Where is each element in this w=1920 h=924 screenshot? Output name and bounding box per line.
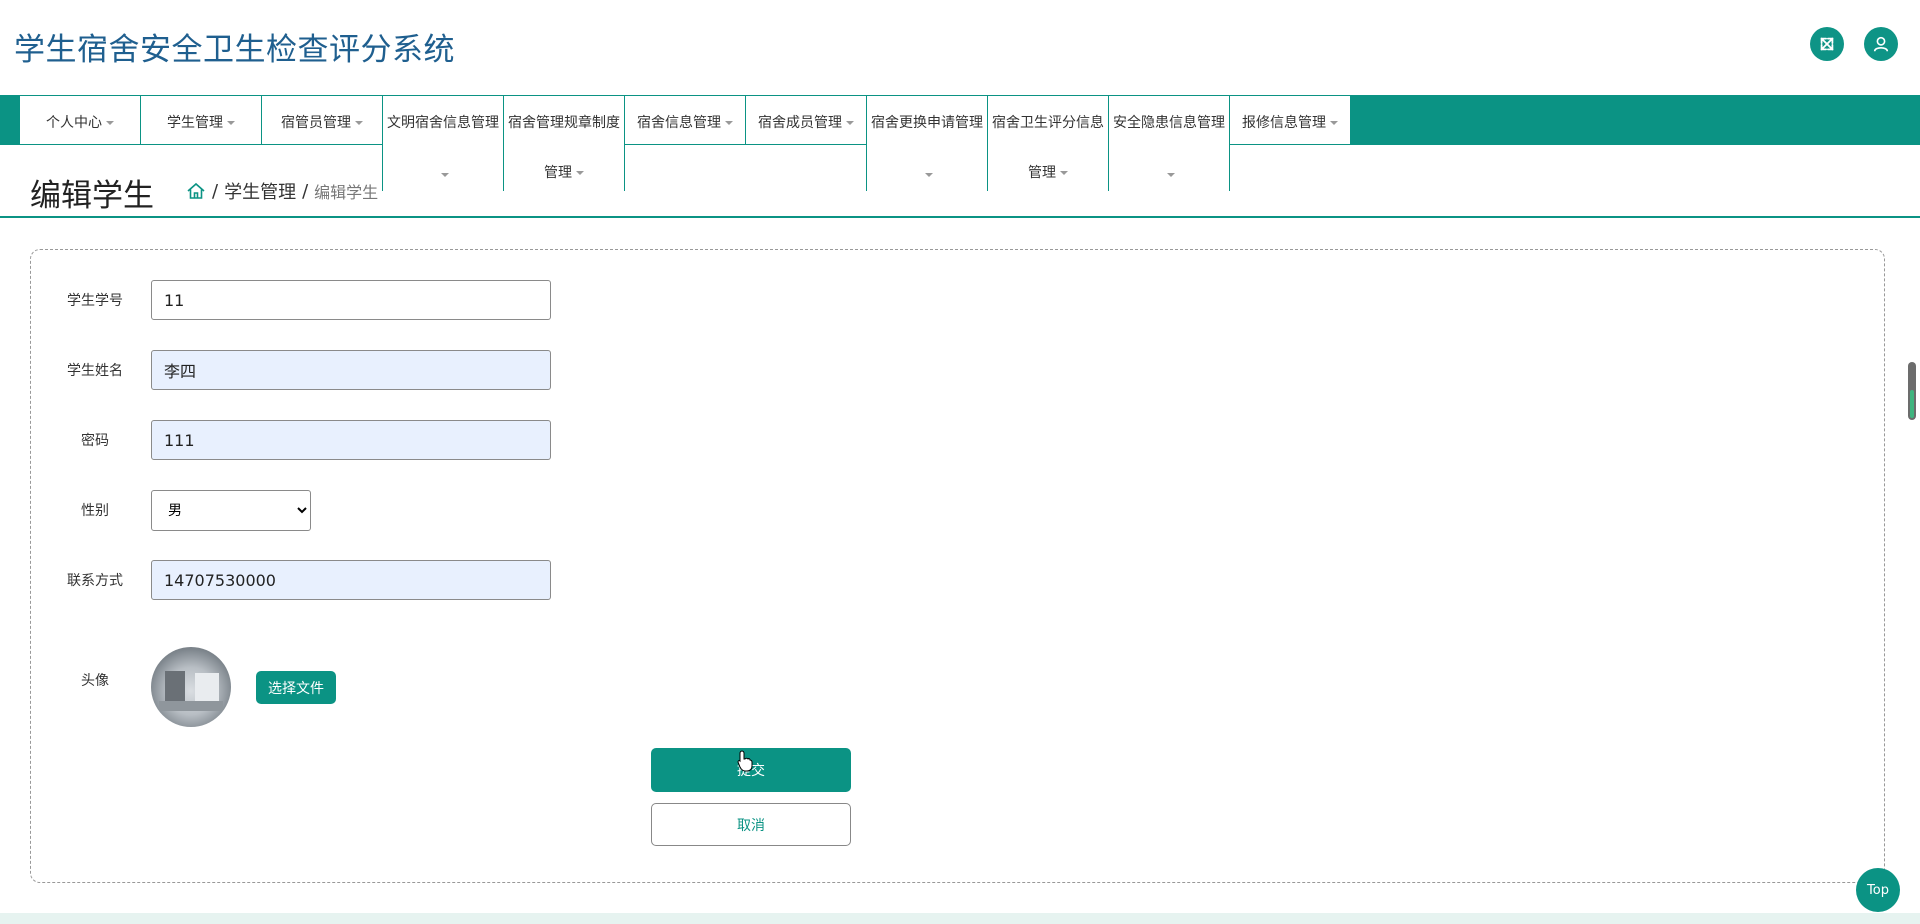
nav-item-dorm-rules[interactable]: 宿舍管理规章制度 管理	[503, 95, 625, 191]
caret-down-icon	[846, 121, 854, 125]
footer-band	[0, 913, 1920, 924]
nav-item-hygiene-score[interactable]: 宿舍卫生评分信息 管理	[987, 95, 1109, 191]
nav-item-student-management[interactable]: 学生管理	[140, 95, 262, 145]
caret-down-icon	[576, 171, 584, 175]
fullscreen-icon	[1820, 37, 1834, 51]
nav-item-safety-hazard[interactable]: 安全隐患信息管理	[1108, 95, 1230, 191]
student-id-input[interactable]	[151, 280, 551, 320]
avatar-image	[151, 647, 231, 727]
cancel-button[interactable]: 取消	[651, 803, 851, 846]
user-button[interactable]	[1864, 27, 1898, 61]
caret-down-icon	[1167, 173, 1175, 177]
breadcrumb-current: 编辑学生	[314, 183, 379, 202]
breadcrumb: / 学生管理 / 编辑学生	[186, 178, 378, 204]
avatar-label: 头像	[81, 673, 109, 689]
choose-file-button[interactable]: 选择文件	[256, 671, 336, 704]
nav-item-dorm-members[interactable]: 宿舍成员管理	[745, 95, 867, 145]
student-id-label: 学生学号	[67, 293, 123, 309]
gender-select[interactable]: 男	[151, 490, 311, 531]
caret-down-icon	[227, 121, 235, 125]
password-label: 密码	[81, 433, 109, 449]
breadcrumb-section[interactable]: 学生管理	[224, 178, 296, 204]
nav-item-dorm-change-request[interactable]: 宿舍更换申请管理	[866, 95, 988, 191]
nav-item-dorm-info[interactable]: 宿舍信息管理	[624, 95, 746, 145]
phone-label: 联系方式	[67, 573, 123, 589]
fullscreen-button[interactable]	[1810, 27, 1844, 61]
user-icon	[1873, 36, 1889, 52]
caret-down-icon	[441, 173, 449, 177]
home-icon[interactable]	[186, 181, 206, 201]
student-name-label: 学生姓名	[67, 363, 123, 379]
password-input[interactable]	[151, 420, 551, 460]
nav-item-civilized-dorm[interactable]: 文明宿舍信息管理	[382, 95, 504, 191]
nav-item-personal-center[interactable]: 个人中心	[19, 95, 141, 145]
hand-cursor-icon	[737, 750, 753, 772]
caret-down-icon	[725, 121, 733, 125]
page-title: 编辑学生	[30, 178, 154, 214]
app-header: 学生宿舍安全卫生检查评分系统	[0, 0, 1920, 95]
nav-item-repair-info[interactable]: 报修信息管理	[1229, 95, 1351, 145]
app-title: 学生宿舍安全卫生检查评分系统	[14, 32, 455, 68]
divider	[0, 216, 1920, 218]
gender-label: 性别	[81, 503, 109, 519]
phone-input[interactable]	[151, 560, 551, 600]
caret-down-icon	[925, 173, 933, 177]
caret-down-icon	[1330, 121, 1338, 125]
caret-down-icon	[355, 121, 363, 125]
student-name-input[interactable]	[151, 350, 551, 390]
caret-down-icon	[106, 121, 114, 125]
caret-down-icon	[1060, 171, 1068, 175]
nav-item-dorm-admin-management[interactable]: 宿管员管理	[261, 95, 383, 145]
scrollbar-thumb[interactable]	[1910, 390, 1914, 418]
back-to-top-button[interactable]: Top	[1856, 868, 1900, 912]
